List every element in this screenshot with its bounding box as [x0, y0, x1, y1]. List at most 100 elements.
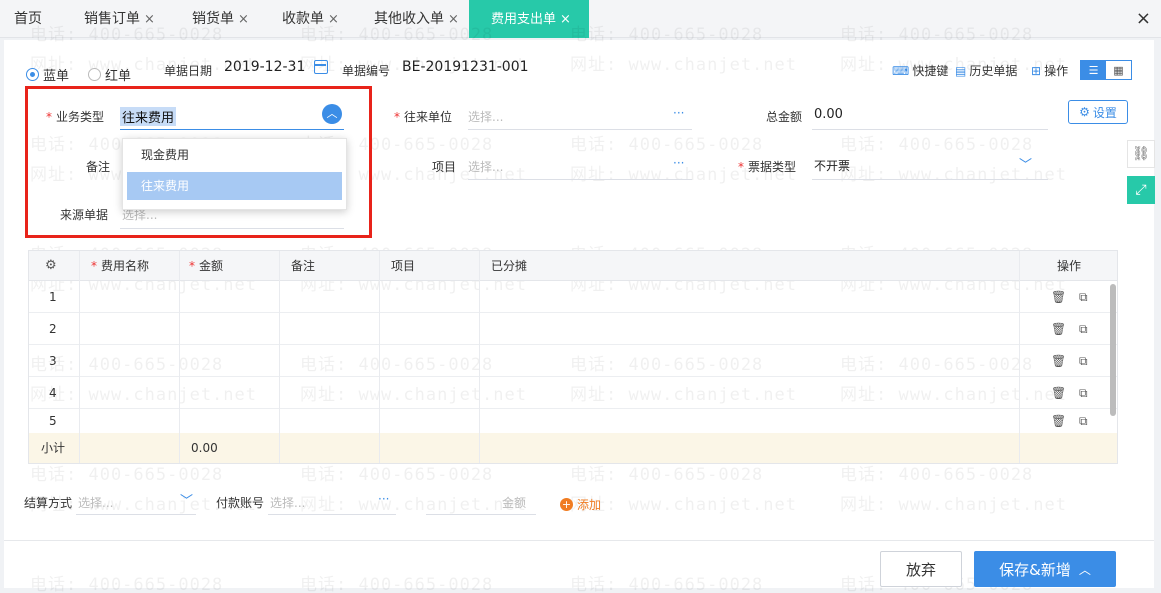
expand-icon[interactable]: ⤢ — [1127, 176, 1155, 204]
subtotal-label: 小计 — [41, 441, 66, 455]
close-all-icon[interactable]: × — [1136, 8, 1151, 29]
tab-label: 费用支出单 — [491, 12, 557, 27]
close-icon[interactable]: × — [144, 12, 155, 27]
operate-label: 操作 — [1044, 64, 1069, 78]
tab-other-income[interactable]: 其他收入单 × — [360, 0, 468, 38]
partner-more-icon[interactable]: ··· — [673, 106, 684, 120]
partner-label: * 往来单位 — [394, 108, 452, 125]
watermark-site: 网址: www.chanjet.net — [840, 165, 1067, 185]
date-value[interactable]: 2019-12-31 — [224, 59, 305, 75]
tab-sales-order[interactable]: 销售订单 × — [70, 0, 178, 38]
watermark-phone: 电话: 400-665-0028 — [840, 135, 1034, 155]
close-icon[interactable]: × — [238, 12, 249, 27]
radio-blue-bill[interactable]: 蓝单 — [26, 65, 69, 84]
card-view-icon[interactable]: ▦ — [1106, 61, 1131, 79]
table-row[interactable]: 4 🗑 ⧉ — [29, 377, 1117, 409]
save-and-new-button[interactable]: 保存&新增 ︿ — [974, 551, 1116, 587]
subtotal-row: 小计 0.00 — [29, 433, 1117, 463]
project-more-icon[interactable]: ··· — [673, 156, 684, 170]
radio-red-bill[interactable]: 红单 — [88, 65, 131, 84]
view-toggle: ☰ ▦ — [1080, 60, 1132, 80]
column-header-allocated: 已分摊 — [491, 259, 528, 273]
account-underline — [268, 514, 396, 515]
column-header-operate: 操作 — [1057, 259, 1082, 273]
copy-icon[interactable]: ⧉ — [1079, 377, 1088, 409]
table-row[interactable]: 1 🗑 ⧉ — [29, 281, 1117, 313]
chevron-down-icon[interactable]: ﹀ — [180, 490, 193, 509]
watermark-phone: 电话: 400-665-0028 — [570, 135, 764, 155]
project-input[interactable]: 选择... — [468, 158, 503, 175]
partner-underline — [468, 129, 692, 130]
total-underline — [812, 129, 1048, 130]
amount-input[interactable]: 金额 — [502, 494, 526, 511]
operate-button[interactable]: ⊞ 操作 — [1031, 62, 1068, 79]
column-divider — [379, 251, 380, 463]
highlight-box — [25, 86, 372, 238]
history-button[interactable]: ▤ 历史单据 — [955, 62, 1017, 79]
row-number: 5 — [49, 414, 57, 428]
list-view-icon[interactable]: ☰ — [1081, 61, 1106, 79]
column-header-amount: * 金额 — [189, 251, 223, 281]
settings-icon: ⚙ — [1079, 105, 1090, 119]
invoice-select[interactable]: 不开票 — [814, 157, 850, 174]
delete-icon[interactable]: 🗑 — [1051, 409, 1066, 433]
required-mark: * — [738, 160, 744, 174]
tab-label: 销售订单 — [84, 11, 140, 27]
table-row[interactable]: 5 🗑 ⧉ — [29, 409, 1117, 433]
chevron-down-icon[interactable]: ﹀ — [1019, 154, 1032, 173]
column-divider — [479, 251, 480, 463]
account-input[interactable]: 选择... — [270, 494, 305, 511]
shortcut-button[interactable]: ⌨ 快捷键 — [892, 62, 948, 79]
cancel-button[interactable]: 放弃 — [880, 551, 962, 587]
settings-button[interactable]: ⚙ 设置 — [1068, 100, 1128, 124]
settlement-label: 结算方式 — [24, 496, 73, 510]
settlement-input[interactable]: 选择... — [78, 494, 113, 511]
column-header-remark: 备注 — [291, 259, 316, 273]
radio-dot — [26, 68, 39, 81]
copy-icon[interactable]: ⧉ — [1079, 281, 1088, 313]
watermark-phone: 电话: 400-665-0028 — [300, 575, 494, 593]
account-more-icon[interactable]: ··· — [378, 492, 389, 506]
delete-icon[interactable]: 🗑 — [1051, 345, 1066, 377]
close-icon[interactable]: × — [328, 12, 339, 27]
tab-sales-delivery[interactable]: 销货单 × — [178, 0, 268, 38]
copy-icon[interactable]: ⧉ — [1079, 409, 1088, 433]
number-label: 单据编号 — [342, 64, 391, 78]
radio-label: 蓝单 — [43, 69, 70, 84]
add-label: 添加 — [577, 498, 602, 512]
copy-icon[interactable]: ⧉ — [1079, 345, 1088, 377]
tab-label: 销货单 — [192, 11, 234, 27]
add-payment-button[interactable]: + 添加 — [560, 496, 601, 513]
save-label: 保存&新增 — [999, 560, 1071, 579]
tab-expense[interactable]: 费用支出单 × — [469, 0, 589, 38]
table-row[interactable]: 3 🗑 ⧉ — [29, 345, 1117, 377]
watermark-site: 网址: www.chanjet.net — [570, 55, 797, 75]
chevron-up-icon[interactable]: ︿ — [1079, 561, 1091, 578]
grid-scrollbar[interactable] — [1110, 284, 1116, 416]
date-label: 单据日期 — [164, 64, 213, 78]
watermark-site: 网址: www.chanjet.net — [840, 495, 1067, 515]
radio-dot — [88, 68, 101, 81]
tab-home[interactable]: 首页 — [0, 0, 70, 38]
history-icon: ▤ — [955, 63, 967, 78]
row-number: 4 — [49, 386, 57, 400]
tab-receipt[interactable]: 收款单 × — [268, 0, 360, 38]
invoice-label: * 票据类型 — [738, 158, 796, 175]
copy-icon[interactable]: ⧉ — [1079, 313, 1088, 345]
tab-label: 收款单 — [282, 11, 324, 27]
calendar-icon[interactable] — [314, 60, 328, 74]
table-row[interactable]: 2 🗑 ⧉ — [29, 313, 1117, 345]
column-divider — [79, 251, 80, 463]
delete-icon[interactable]: 🗑 — [1051, 313, 1066, 345]
settlement-underline — [76, 514, 196, 515]
delete-icon[interactable]: 🗑 — [1051, 377, 1066, 409]
column-settings-icon[interactable]: ⚙ — [45, 251, 57, 281]
partner-input[interactable]: 选择... — [468, 108, 503, 125]
close-icon[interactable]: × — [448, 12, 459, 27]
radio-label: 红单 — [105, 69, 132, 84]
delete-icon[interactable]: 🗑 — [1051, 281, 1066, 313]
amount-underline — [426, 514, 536, 515]
close-icon[interactable]: × — [560, 12, 571, 27]
footer-divider — [4, 540, 1154, 541]
link-icon[interactable]: ⛓ — [1127, 140, 1155, 168]
